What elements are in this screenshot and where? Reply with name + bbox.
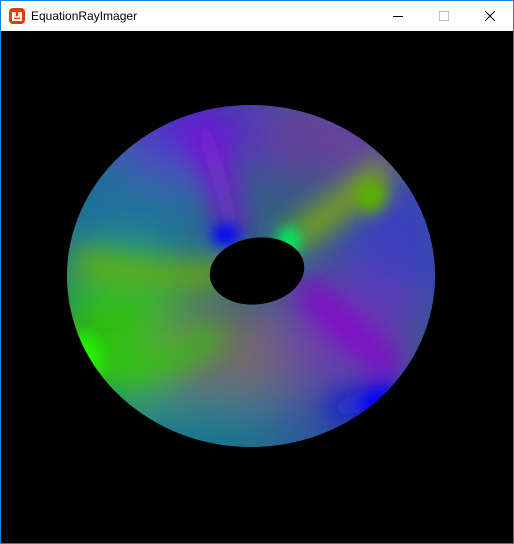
maximize-icon	[439, 11, 449, 21]
render-viewport[interactable]	[1, 31, 513, 543]
app-window: EquationRayImager	[0, 0, 514, 544]
close-button[interactable]	[467, 1, 513, 31]
minimize-button[interactable]	[375, 1, 421, 31]
minimize-icon	[393, 16, 403, 17]
title-bar[interactable]: EquationRayImager	[1, 1, 513, 31]
monogame-logo-icon	[9, 8, 25, 24]
maximize-button[interactable]	[421, 1, 467, 31]
torus-render	[1, 31, 513, 543]
window-title: EquationRayImager	[31, 9, 138, 23]
close-icon	[485, 11, 495, 21]
